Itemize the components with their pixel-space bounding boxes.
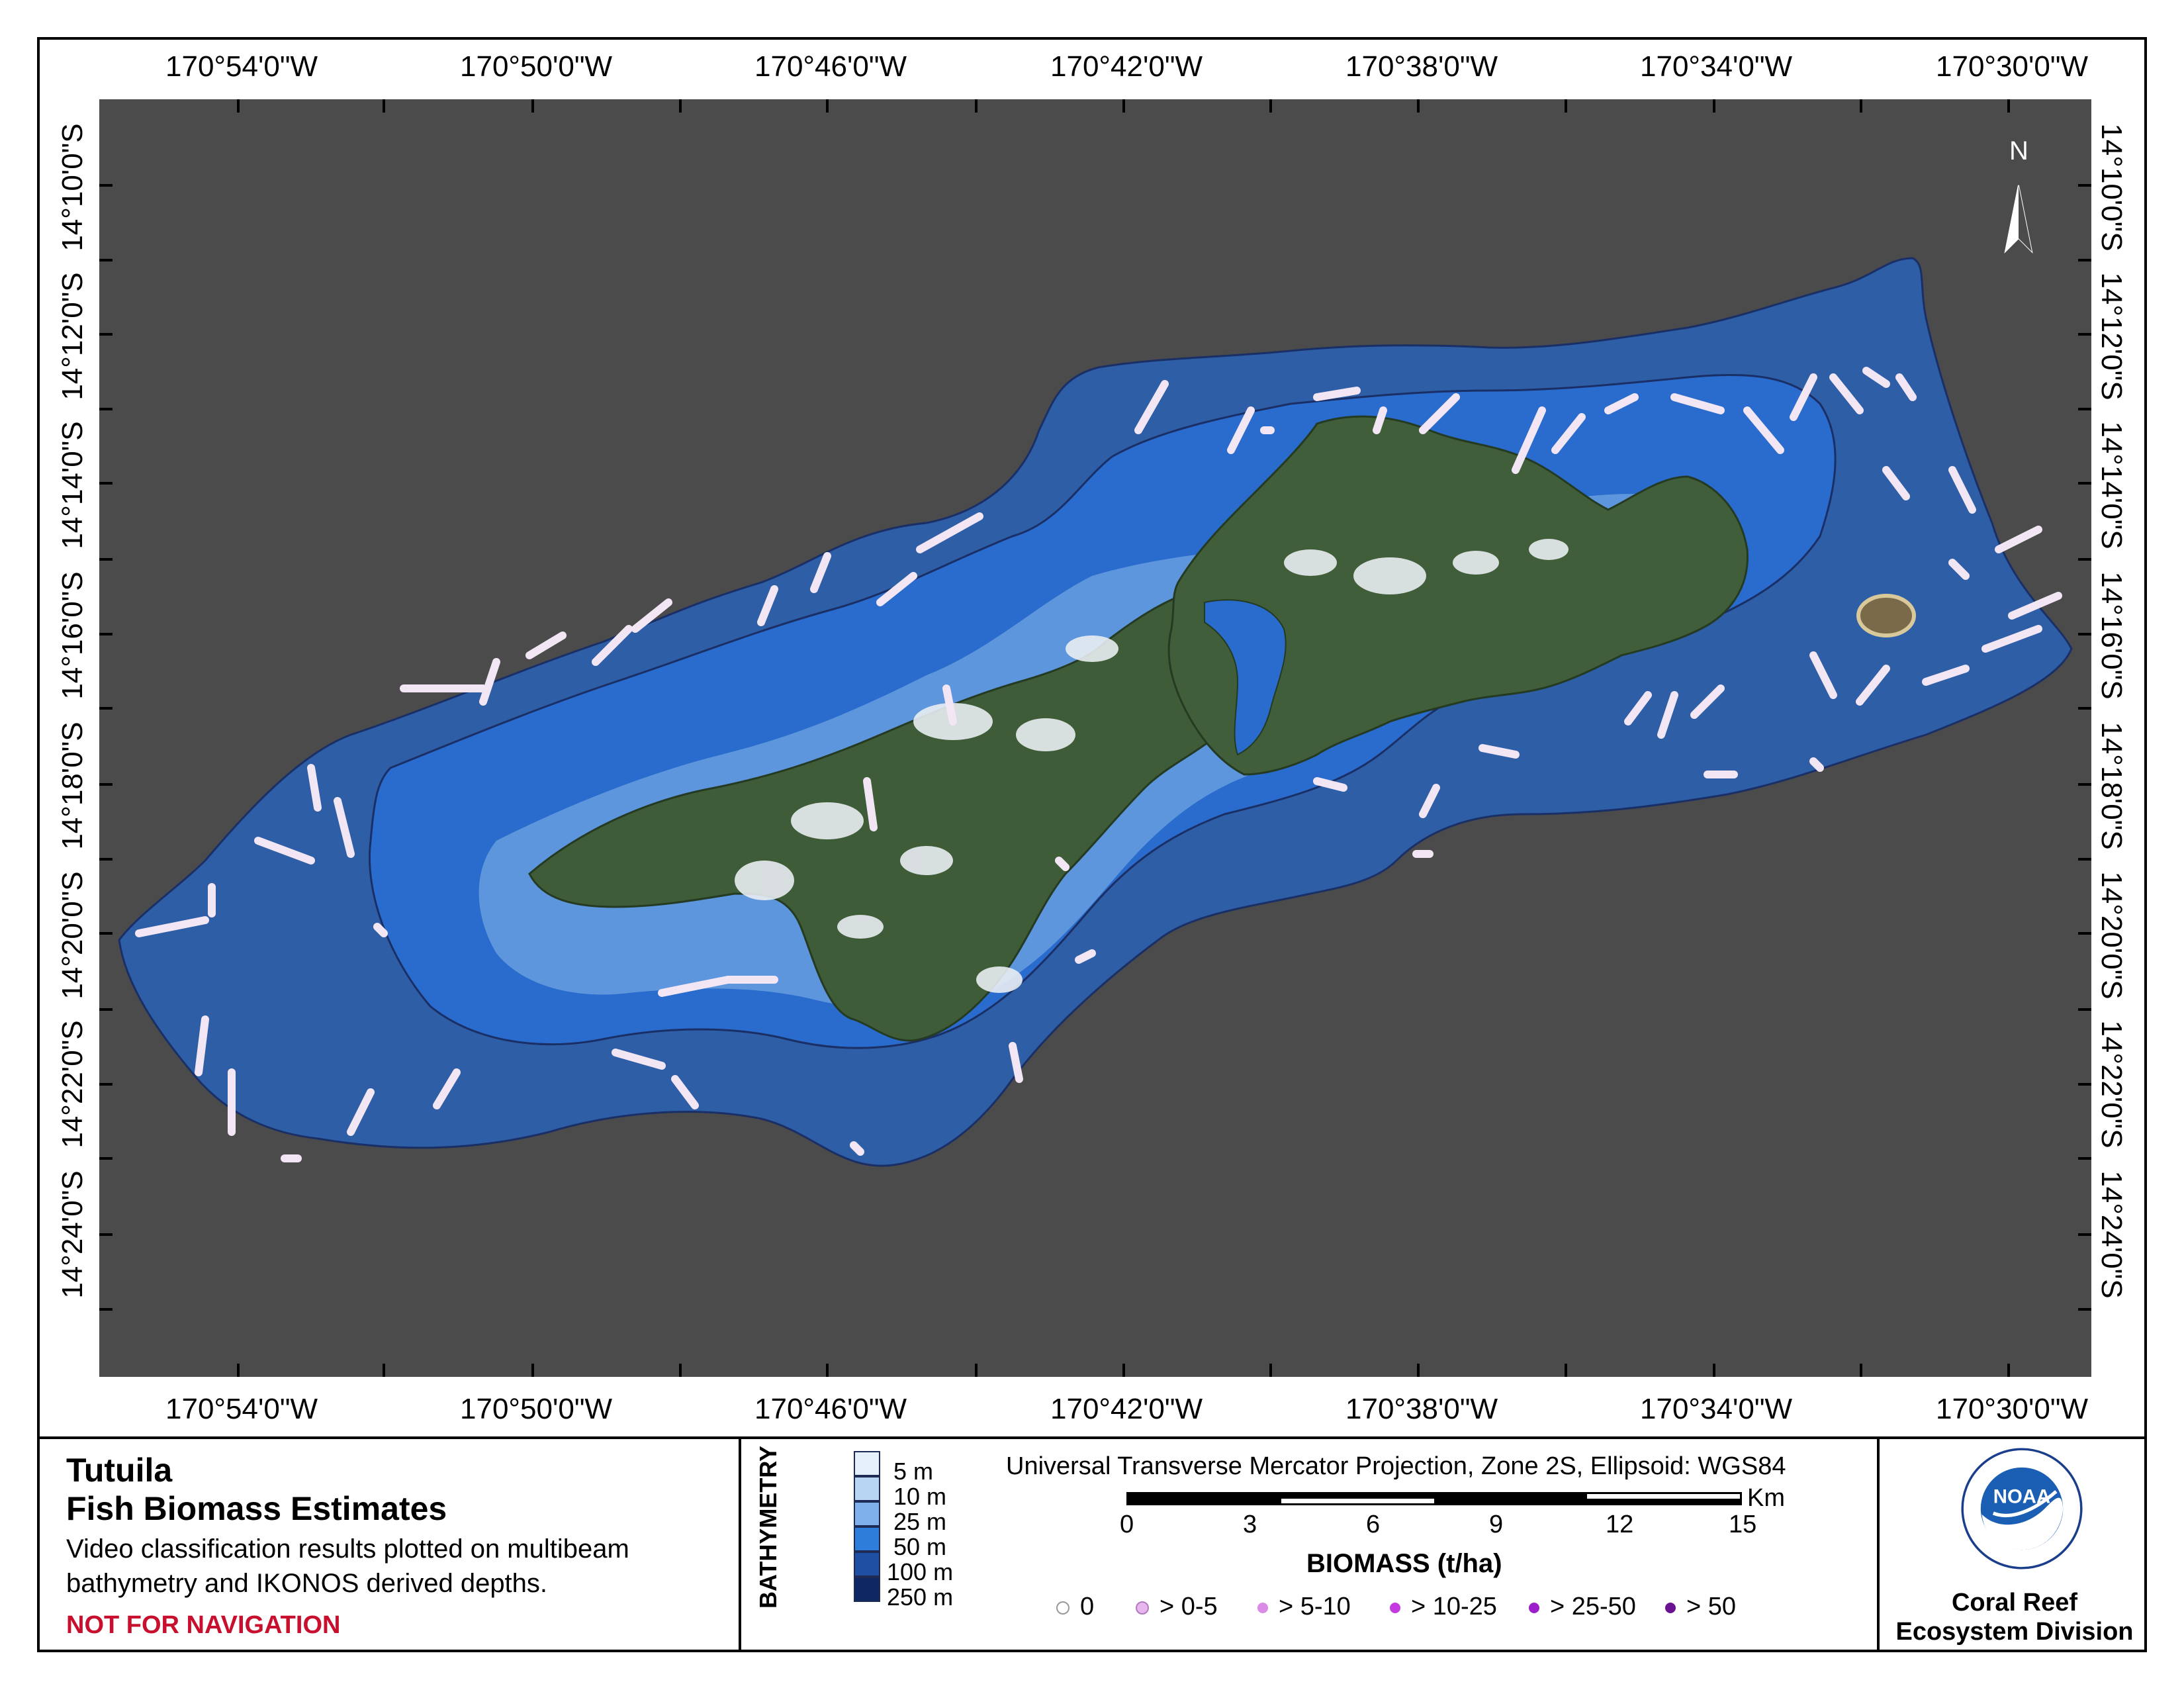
map-description: Video classification results plotted on … — [66, 1534, 629, 1598]
bathy-label: 100 m — [887, 1558, 954, 1585]
biomass-class-4: > 25-50 — [1529, 1593, 1636, 1621]
noaa-text: NOAA — [1993, 1485, 2050, 1507]
lon-label-bottom: 170°42'0"W — [1050, 1393, 1203, 1425]
map-subtitle: Fish Biomass Estimates — [66, 1490, 447, 1527]
navigation-warning: NOT FOR NAVIGATION — [66, 1611, 341, 1639]
biomass-title: BIOMASS (t/ha) — [1306, 1549, 1502, 1578]
track-line — [850, 1141, 864, 1156]
track-line — [1809, 757, 1824, 772]
biomass-label: > 5-10 — [1279, 1593, 1351, 1620]
division-name-line1: Coral Reef — [1951, 1589, 2078, 1617]
biomass-class-3: > 10-25 — [1390, 1593, 1497, 1621]
biomass-class-0: 0 — [1056, 1593, 1094, 1621]
offshore-islet — [1856, 594, 1916, 637]
lat-label-left: 14°24'0"S — [56, 1170, 89, 1299]
lat-label-right: 14°14'0"S — [2095, 421, 2128, 549]
lat-label-right: 14°10'0"S — [2095, 123, 2128, 252]
bathy-label: 10 m — [893, 1483, 947, 1510]
bathy-label: 5 m — [893, 1458, 934, 1485]
biomass-class-5: > 50 — [1665, 1593, 1736, 1621]
lon-label-bottom: 170°54'0"W — [165, 1393, 318, 1425]
lon-label-top: 170°30'0"W — [1936, 50, 2088, 83]
scale-bar — [1126, 1492, 1742, 1505]
division-name-line2: Ecosystem Division — [1895, 1618, 2134, 1646]
lon-label-bottom: 170°34'0"W — [1640, 1393, 1792, 1425]
agency-panel: NOAA Coral Reef Ecosystem Division — [1877, 1436, 2147, 1652]
lon-label-top: 170°46'0"W — [754, 50, 907, 83]
lat-label-right: 14°16'0"S — [2095, 571, 2128, 700]
scale-tick: 0 — [1120, 1511, 1134, 1538]
scale-tick: 6 — [1366, 1511, 1381, 1538]
scale-tick: 12 — [1606, 1511, 1634, 1538]
lon-label-top: 170°50'0"W — [460, 50, 612, 83]
lat-label-left: 14°16'0"S — [56, 571, 89, 700]
lon-label-bottom: 170°38'0"W — [1345, 1393, 1498, 1425]
lat-label-left: 14°10'0"S — [56, 123, 89, 252]
track-line — [1055, 857, 1069, 871]
scale-unit: Km — [1747, 1484, 1785, 1512]
lat-label-right: 14°24'0"S — [2095, 1170, 2128, 1299]
biomass-label: 0 — [1080, 1593, 1095, 1620]
north-label: N — [2009, 136, 2028, 165]
bathy-label: 50 m — [893, 1533, 947, 1560]
bathy-swatch-250m — [854, 1577, 880, 1602]
biomass-class-1: > 0-5 — [1136, 1593, 1218, 1621]
projection-info: Universal Transverse Mercator Projection… — [1006, 1452, 1786, 1480]
lon-label-top: 170°54'0"W — [165, 50, 318, 83]
lat-label-right: 14°12'0"S — [2095, 272, 2128, 400]
biomass-label: > 10-25 — [1411, 1593, 1497, 1620]
biomass-dot — [1665, 1602, 1676, 1613]
lat-label-left: 14°20'0"S — [56, 871, 89, 1000]
bathy-label: 25 m — [893, 1508, 947, 1535]
lon-label-bottom: 170°46'0"W — [754, 1393, 907, 1425]
lat-label-left: 14°22'0"S — [56, 1020, 89, 1149]
biomass-class-2: > 5-10 — [1257, 1593, 1351, 1621]
bathy-swatch-5m — [854, 1451, 880, 1476]
map-canvas[interactable]: N — [99, 99, 2091, 1377]
biomass-dot — [1056, 1601, 1069, 1615]
bathymetry-panel: BATHYMETRY 5 m 10 m 25 m 50 m 100 m 250 … — [739, 1436, 1910, 1652]
lon-label-top: 170°34'0"W — [1640, 50, 1792, 83]
lat-label-right: 14°22'0"S — [2095, 1020, 2128, 1149]
scale-tick: 15 — [1729, 1511, 1757, 1538]
biomass-dot — [1257, 1602, 1268, 1613]
biomass-label: > 25-50 — [1550, 1593, 1636, 1620]
biomass-dot — [1529, 1602, 1539, 1613]
lon-label-bottom: 170°50'0"W — [460, 1393, 612, 1425]
lon-label-top: 170°38'0"W — [1345, 50, 1498, 83]
bathymetry-title: BATHYMETRY — [754, 1446, 782, 1609]
lon-label-top: 170°42'0"W — [1050, 50, 1203, 83]
bathy-swatch-25m — [854, 1501, 880, 1526]
bathy-swatch-10m — [854, 1476, 880, 1501]
lat-label-right: 14°18'0"S — [2095, 722, 2128, 850]
bathy-swatch-100m — [854, 1552, 880, 1577]
map-svg — [99, 99, 2091, 1377]
bathy-swatch-50m — [854, 1526, 880, 1552]
scale-tick: 3 — [1243, 1511, 1257, 1538]
biomass-dot — [1390, 1602, 1400, 1613]
scale-tick: 9 — [1489, 1511, 1504, 1538]
lat-label-left: 14°12'0"S — [56, 272, 89, 400]
biomass-label: > 0-5 — [1160, 1593, 1218, 1620]
lat-label-left: 14°18'0"S — [56, 722, 89, 850]
lat-label-right: 14°20'0"S — [2095, 871, 2128, 1000]
title-panel: Tutuila Fish Biomass Estimates Video cla… — [37, 1436, 741, 1652]
legend-panel: Tutuila Fish Biomass Estimates Video cla… — [37, 1436, 2147, 1652]
lon-label-bottom: 170°30'0"W — [1936, 1393, 2088, 1425]
biomass-label: > 50 — [1686, 1593, 1737, 1620]
track-line — [373, 923, 388, 937]
map-title: Tutuila — [66, 1452, 173, 1489]
bathy-label: 250 m — [887, 1583, 954, 1611]
noaa-logo: NOAA — [1961, 1448, 2083, 1570]
biomass-dot — [1136, 1601, 1149, 1615]
lat-label-left: 14°14'0"S — [56, 421, 89, 549]
